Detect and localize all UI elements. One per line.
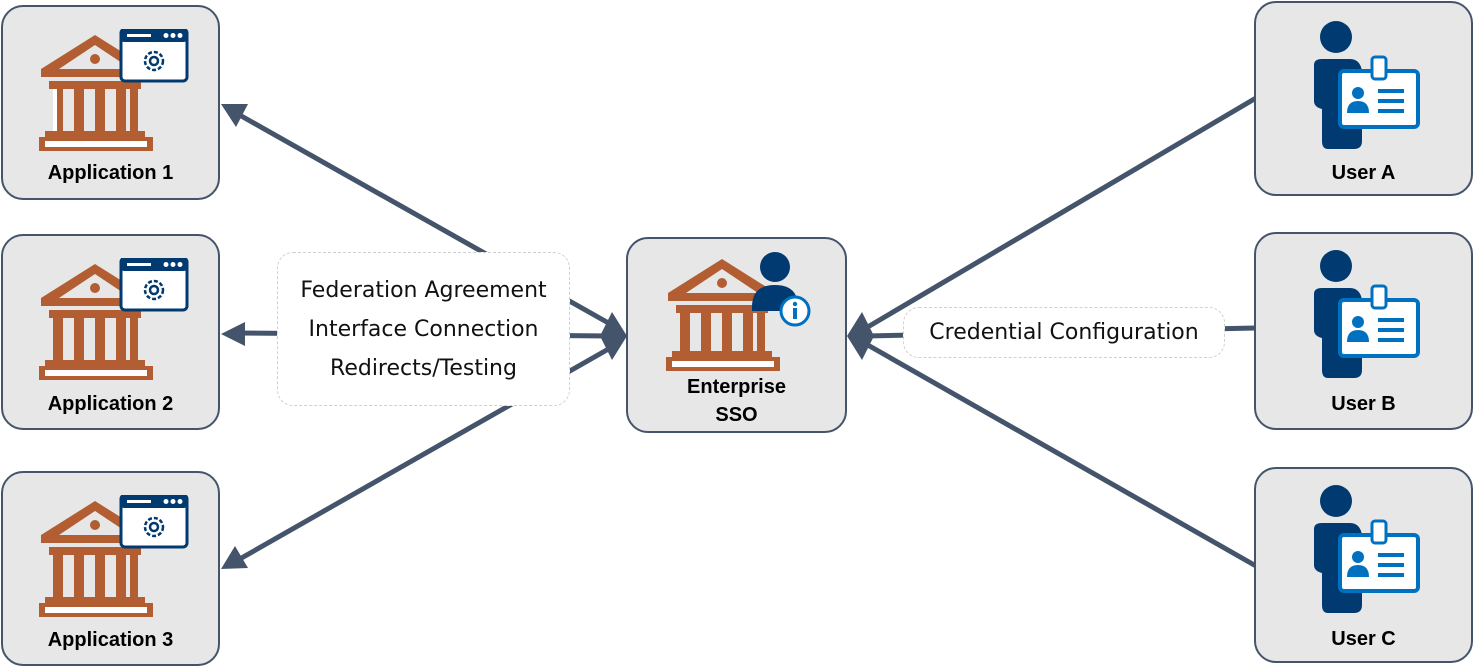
- enterprise-sso-label-line2: SSO: [715, 404, 758, 426]
- connector-userA-to-hub: [864, 95, 1258, 331]
- arrowhead-app2: [221, 322, 245, 346]
- application-2-node[interactable]: Application 2: [1, 234, 220, 430]
- application-2-label: Application 2: [47, 393, 174, 415]
- application-3-node[interactable]: Application 3: [1, 471, 220, 666]
- user-a-label: User A: [1331, 162, 1396, 184]
- arrowhead-hub-right: [847, 312, 874, 360]
- connector-userC-to-hub: [864, 341, 1258, 569]
- institution-with-settings-window-icon: [39, 29, 189, 151]
- enterprise-sso-label-line1: Enterprise: [687, 376, 786, 398]
- note-line-federation-agreement: Federation Agreement: [300, 278, 547, 303]
- note-credential-configuration: Credential Configuration: [929, 320, 1199, 345]
- user-b-label: User B: [1331, 393, 1396, 415]
- user-a-node[interactable]: User A: [1254, 1, 1473, 196]
- note-line-redirects-testing: Redirects/Testing: [330, 356, 517, 381]
- institution-with-settings-window-icon: [39, 258, 189, 380]
- user-c-label: User C: [1331, 628, 1396, 650]
- user-b-node[interactable]: User B: [1254, 232, 1473, 430]
- user-with-id-badge-icon: [1314, 250, 1420, 378]
- user-c-node[interactable]: User C: [1254, 467, 1473, 663]
- application-3-label: Application 3: [47, 629, 174, 651]
- user-with-id-badge-icon: [1314, 21, 1420, 149]
- note-line-interface-connection: Interface Connection: [308, 317, 539, 342]
- federation-note: Federation Agreement Interface Connectio…: [277, 252, 570, 406]
- user-with-id-badge-icon: [1314, 485, 1420, 613]
- credential-note: Credential Configuration: [903, 307, 1225, 358]
- enterprise-sso-node[interactable]: Enterprise SSO: [626, 237, 847, 433]
- application-1-node[interactable]: Application 1: [1, 5, 220, 200]
- application-1-label: Application 1: [47, 162, 174, 184]
- institution-with-settings-window-icon: [39, 495, 189, 617]
- institution-with-user-info-icon: [666, 252, 811, 371]
